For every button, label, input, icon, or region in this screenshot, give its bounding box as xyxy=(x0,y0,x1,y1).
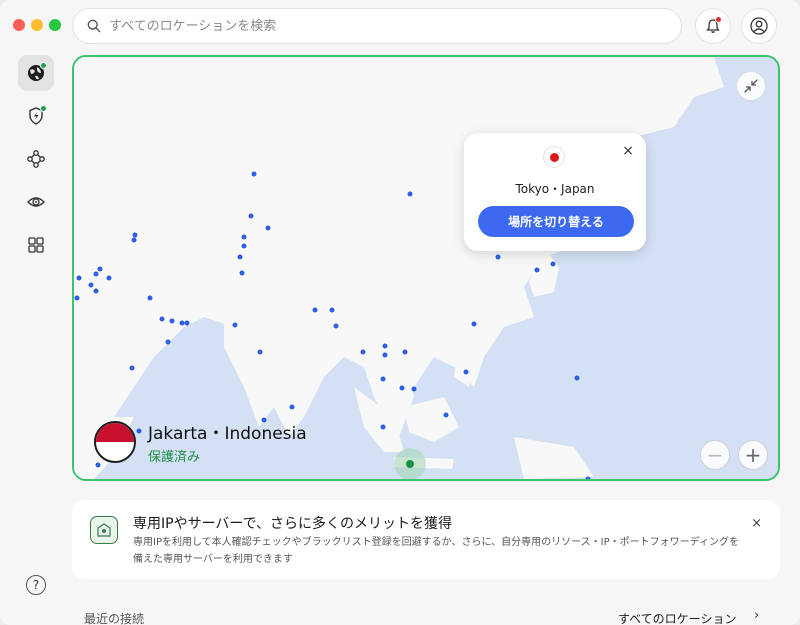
popup-close-button[interactable]: × xyxy=(622,143,634,159)
grid-icon xyxy=(28,237,44,253)
protection-badge xyxy=(40,105,47,112)
maximize-window-button[interactable] xyxy=(49,19,61,31)
eye-target-icon xyxy=(27,197,45,207)
dedicated-ip-banner: 専用IPやサーバーで、さらに多くのメリットを獲得 専用IPを利用して本人確認チェ… xyxy=(72,500,780,579)
zoom-out-button[interactable]: − xyxy=(700,440,730,470)
notifications-button[interactable] xyxy=(695,8,731,44)
nodes-icon xyxy=(27,150,45,168)
user-icon xyxy=(750,17,768,35)
zoom-in-button[interactable]: + xyxy=(738,440,768,470)
map-view[interactable]: × Tokyo・Japan 場所を切り替える Jakarta・Indonesia… xyxy=(72,55,780,481)
account-button[interactable] xyxy=(741,8,777,44)
chevron-right-icon[interactable]: › xyxy=(754,608,759,623)
banner-title: 専用IPやサーバーで、さらに多くのメリットを獲得 xyxy=(133,516,453,532)
recent-connections-heading: 最近の接続 xyxy=(84,612,145,625)
indonesia-flag-icon xyxy=(94,421,136,463)
connection-status: 保護済み xyxy=(148,450,201,465)
search-bar[interactable] xyxy=(72,8,682,44)
minimize-window-button[interactable] xyxy=(31,19,43,31)
help-button[interactable]: ? xyxy=(26,575,46,595)
sidebar xyxy=(18,55,54,270)
sidebar-item-threat-protection[interactable] xyxy=(18,184,54,220)
switch-location-button[interactable]: 場所を切り替える xyxy=(478,206,634,237)
notification-badge xyxy=(715,16,722,23)
app-window: ? xyxy=(0,0,800,625)
all-locations-link[interactable]: すべてのロケーション xyxy=(618,610,736,625)
dedicated-ip-icon xyxy=(90,516,118,544)
current-location-name: Jakarta・Indonesia xyxy=(148,424,307,444)
search-icon xyxy=(87,19,101,33)
sidebar-item-locations[interactable] xyxy=(18,55,54,91)
banner-close-button[interactable]: × xyxy=(751,516,762,531)
sidebar-item-protection[interactable] xyxy=(18,98,54,134)
current-location: Jakarta・Indonesia 保護済み xyxy=(94,419,307,465)
sidebar-item-meshnet[interactable] xyxy=(18,141,54,177)
help-label: ? xyxy=(32,578,40,592)
collapse-icon xyxy=(744,79,758,93)
close-window-button[interactable] xyxy=(13,19,25,31)
location-popup: × Tokyo・Japan 場所を切り替える xyxy=(464,133,646,251)
world-map[interactable] xyxy=(74,57,778,479)
active-badge xyxy=(40,62,47,69)
search-input[interactable] xyxy=(109,18,649,34)
japan-flag-icon xyxy=(543,146,565,168)
collapse-map-button[interactable] xyxy=(736,71,766,101)
banner-body: 専用IPを利用して本人確認チェックやブラックリスト登録を回避するか、さらに、自分… xyxy=(133,537,739,565)
popup-location-title: Tokyo・Japan xyxy=(515,182,595,196)
sidebar-item-apps[interactable] xyxy=(18,227,54,263)
window-controls xyxy=(13,19,61,31)
